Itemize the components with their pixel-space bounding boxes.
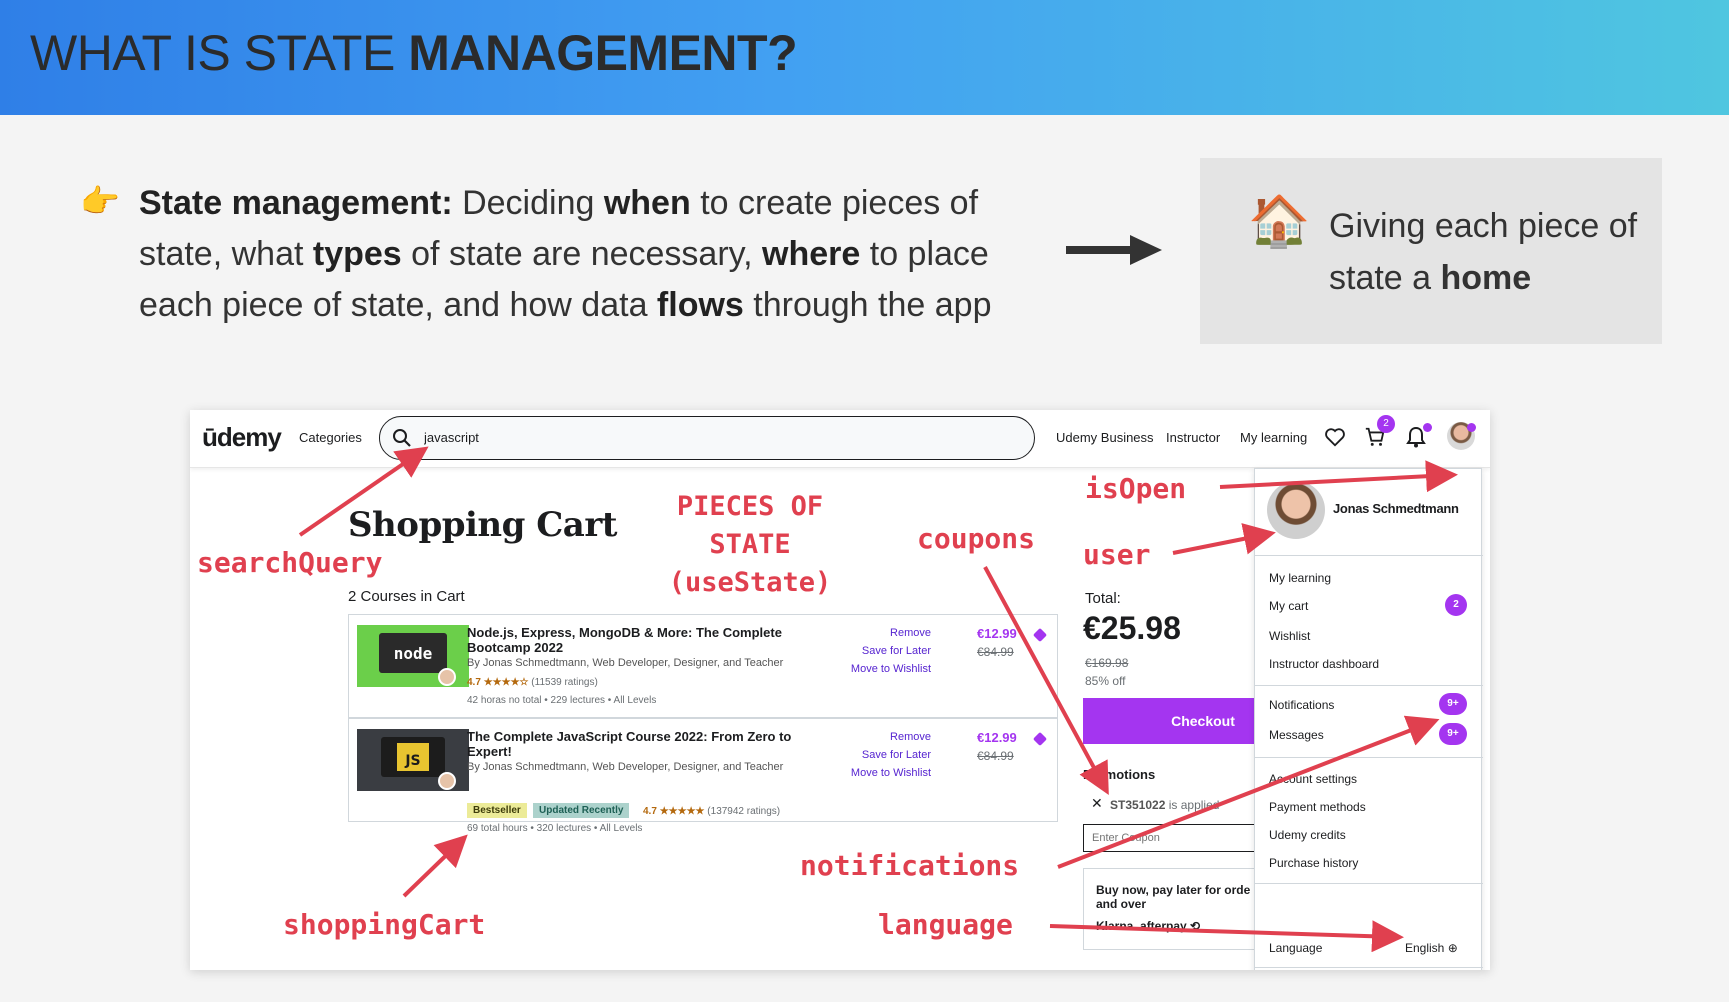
arrow-searchquery [298, 446, 429, 537]
pieces-line-1: PIECES OF [676, 491, 824, 522]
arrow-isopen [1219, 460, 1458, 493]
user-label: user [1083, 538, 1151, 571]
pieces-line-3: (useState) [668, 567, 832, 598]
shoppingcart-label: shoppingCart [283, 908, 486, 941]
arrow-language [1049, 920, 1404, 953]
notifications-label: notifications [800, 849, 1020, 882]
isopen-label: isOpen [1085, 472, 1187, 505]
coupons-label: coupons [917, 522, 1036, 555]
arrow-user [1172, 523, 1276, 555]
arrow-notifications [1057, 715, 1440, 869]
arrow-shoppingcart [402, 834, 468, 898]
language-label: language [878, 908, 1013, 941]
pieces-of-state-label: PIECES OF STATE (useState) [660, 488, 840, 602]
pieces-line-2: STATE [709, 529, 791, 560]
searchquery-label: searchQuery [197, 546, 383, 579]
arrow-coupons [983, 566, 1109, 796]
